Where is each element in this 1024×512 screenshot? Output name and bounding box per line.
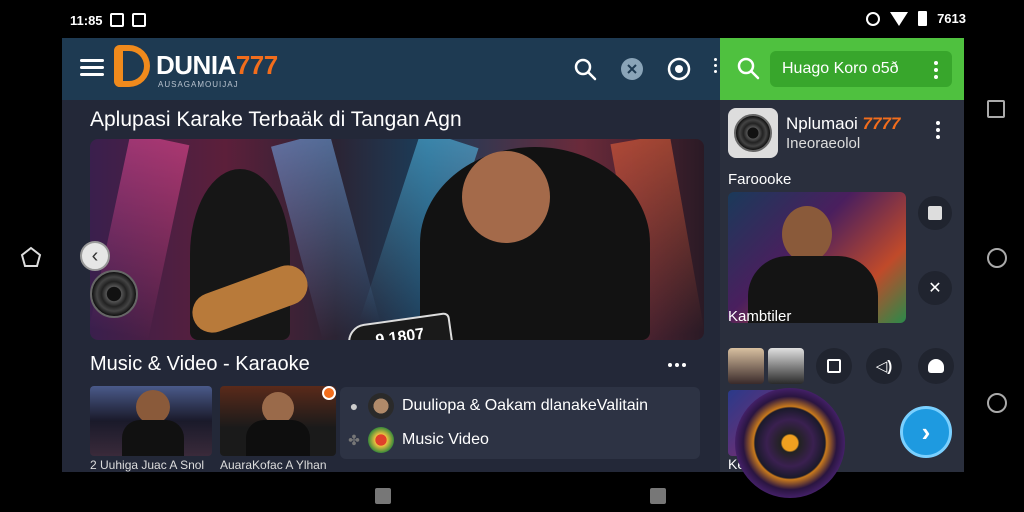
list-item-label: Duuliopa & Oakam dlanakeValitain — [402, 397, 649, 414]
karaoke-performer-image[interactable] — [728, 192, 906, 323]
battery-text: 7613 — [937, 11, 966, 26]
more-icon[interactable] — [714, 58, 718, 78]
vinyl-record-graphic — [735, 388, 845, 498]
wifi-icon — [890, 11, 909, 26]
search-more-icon[interactable] — [934, 61, 938, 82]
stop-button[interactable] — [918, 196, 952, 230]
section-more-icon[interactable] — [668, 363, 686, 367]
notification-icon — [132, 13, 146, 27]
shield-icon[interactable] — [619, 56, 645, 82]
status-bar: 11:85 7613 — [0, 0, 1024, 38]
top-bar: DUNIA777 AUSAGAMOUIJAJ — [62, 38, 720, 100]
logo-text: DUNIA777 — [156, 50, 278, 80]
link-icon: ✤ — [348, 431, 360, 448]
list-item[interactable]: ✤ Music Video — [340, 423, 700, 457]
shield-small-icon: ● — [349, 398, 359, 414]
phone-screen: 11:85 7613 DUNIA777 AUSAGAMOUIJAJ Aplupa… — [0, 0, 1024, 512]
video-thumbnail-1[interactable] — [90, 386, 212, 456]
bot-icon[interactable] — [918, 348, 954, 384]
bottom-nav-right[interactable] — [650, 488, 666, 504]
video-caption-1[interactable]: 2 Uuhiga Juac A Snol — [90, 458, 204, 472]
carousel-prev-button[interactable]: ‹ — [80, 241, 110, 271]
search-icon[interactable] — [572, 56, 598, 82]
volume-icon[interactable]: ◁) — [866, 348, 902, 384]
speaker-icon — [90, 270, 138, 318]
video-caption-2[interactable]: AuaraKofac A Ylhan — [220, 458, 327, 472]
profile-subtitle: Ineoraeolol — [786, 135, 861, 152]
menu-icon[interactable] — [80, 59, 104, 77]
music-section-title: Music & Video - Karaoke — [90, 353, 310, 375]
pentagon-home-icon[interactable] — [20, 246, 42, 268]
avatar — [368, 393, 394, 419]
list-item[interactable]: ● Duuliopa & Oakam dlanakeValitain — [340, 389, 700, 423]
settings-icon[interactable] — [666, 56, 692, 82]
mini-thumbnail-2[interactable] — [768, 348, 804, 384]
skip-button[interactable]: ✕ — [918, 271, 952, 305]
hero-title: Aplupasi Karake Terbaäk di Tangan Agn — [90, 108, 462, 131]
music-list: ● Duuliopa & Oakam dlanakeValitain ✤ Mus… — [340, 387, 700, 459]
search-bar: Huago Koro o5ð — [720, 38, 964, 100]
search-input[interactable]: Huago Koro o5ð — [770, 51, 952, 87]
home-button[interactable] — [987, 248, 1007, 268]
section-label-kambtiler: Kambtiler — [728, 308, 792, 325]
list-item-label: Music Video — [402, 431, 489, 448]
next-fab-button[interactable]: › — [900, 406, 952, 458]
back-button[interactable] — [987, 393, 1007, 413]
mini-thumbnail-1[interactable] — [728, 348, 764, 384]
battery-icon — [918, 11, 928, 26]
logo-mark — [114, 45, 150, 87]
profile-title: Nplumaoi 7777 — [786, 114, 901, 133]
search-input-text: Huago Koro o5ð — [782, 60, 899, 77]
singer-face — [462, 151, 550, 243]
status-right: 7613 — [866, 11, 966, 26]
logo-subtitle: AUSAGAMOUIJAJ — [158, 80, 239, 89]
status-time: 11:85 — [70, 13, 103, 28]
hero-carousel[interactable]: 9 1807 — [90, 139, 704, 340]
profile-more-icon[interactable] — [936, 121, 940, 142]
speaker-avatar — [728, 108, 778, 158]
gallery-icon — [110, 13, 124, 27]
recents-button[interactable] — [987, 100, 1005, 118]
video-thumbnail-2[interactable] — [220, 386, 336, 456]
share-icon[interactable] — [816, 348, 852, 384]
bottom-nav-left[interactable] — [375, 488, 391, 504]
live-badge-icon — [322, 386, 336, 400]
alarm-icon — [866, 11, 881, 26]
music-video-icon — [368, 427, 394, 453]
search-icon[interactable] — [736, 56, 760, 80]
section-label-karaoke: Faroooke — [728, 171, 792, 188]
